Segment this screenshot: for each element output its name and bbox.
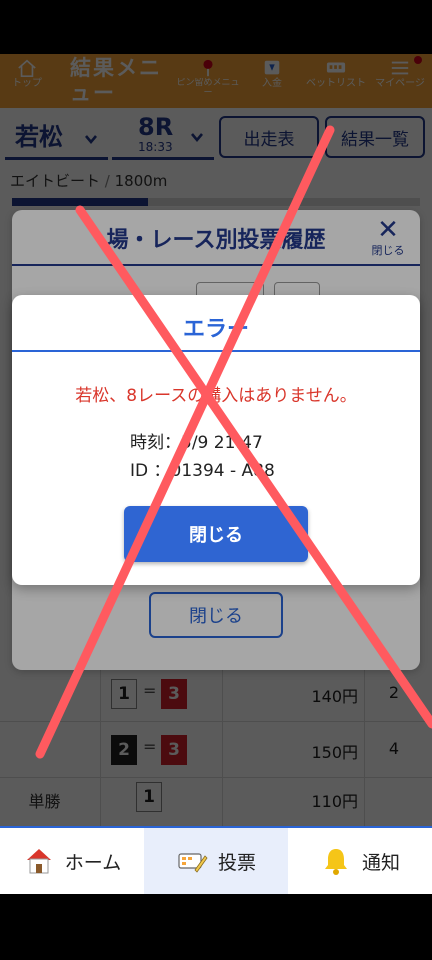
error-divider [12, 350, 420, 352]
bottom-nav-home[interactable]: ホーム [0, 828, 144, 894]
bottom-nav-notify-label: 通知 [361, 851, 400, 874]
error-message: 若松、8レースの購入はありません。 [75, 386, 357, 406]
error-id-label: ID ： [130, 461, 171, 481]
bell-icon [324, 849, 347, 875]
house-icon [26, 849, 51, 874]
error-info: 時刻：5/9 21:47 ID ：01394 - A88 [130, 429, 275, 485]
error-time-value: 5/9 21:47 [181, 433, 263, 453]
bottom-nav-home-label: ホーム [64, 851, 122, 874]
bottom-nav-vote[interactable]: 投票 [144, 828, 288, 894]
error-time-row: 時刻：5/9 21:47 [130, 429, 275, 457]
bottom-nav-notify[interactable]: 通知 [288, 828, 432, 894]
bottom-nav-vote-label: 投票 [217, 851, 256, 874]
error-dialog: エラー 若松、8レースの購入はありません。 時刻：5/9 21:47 ID ：0… [12, 295, 420, 585]
ticket-pencil-icon [178, 853, 208, 873]
bottom-nav: ホーム 投票 通知 [0, 826, 432, 894]
error-id-row: ID ：01394 - A88 [130, 457, 275, 485]
error-time-label: 時刻： [130, 433, 181, 453]
error-title: エラー [182, 317, 249, 342]
app-screen: トップ 結果メニュー ピン留めメニュー 入金 ベットリスト マイページ 若松 8… [0, 54, 432, 894]
error-close-button[interactable]: 閉じる [124, 506, 308, 562]
error-id-value: 01394 - A88 [170, 461, 275, 481]
